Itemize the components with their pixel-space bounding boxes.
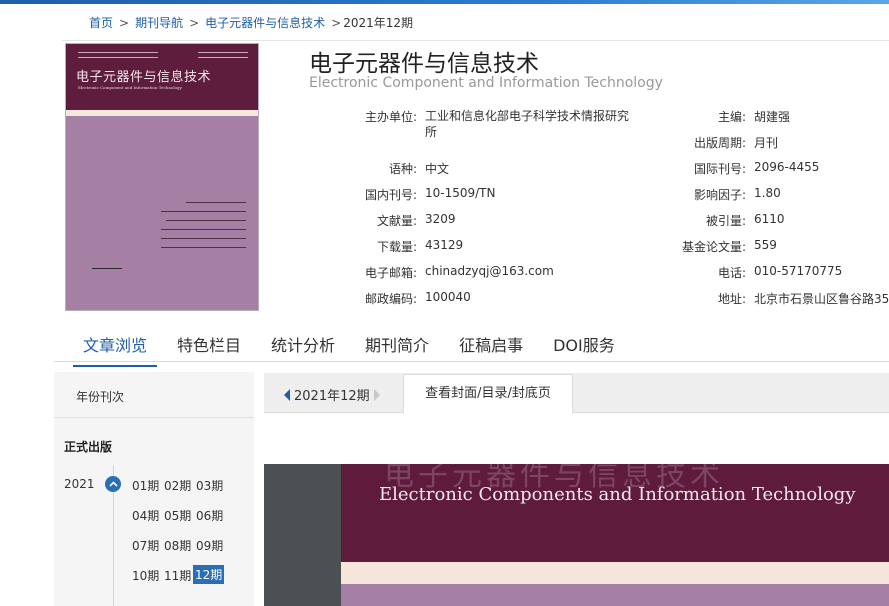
info-label-downloads: 下载量: (376, 240, 417, 254)
sidebar-year[interactable]: 2021 (64, 477, 95, 491)
info-label-doc-count: 文献量: (376, 214, 417, 228)
cover-cn-title: 电子元器件与信息技术 (76, 70, 212, 85)
cover-title-band: 电子元器件与信息技术 Electronic Component and Info… (66, 44, 258, 110)
issue-link[interactable]: 02期 (162, 476, 193, 495)
journal-cover-image[interactable]: 电子元器件与信息技术 Electronic Component and Info… (65, 43, 259, 311)
tabs-divider (54, 361, 889, 362)
cover-toc-line (166, 220, 246, 221)
info-label-frequency: 出版周期: (693, 136, 746, 150)
info-label-language: 语种: (388, 162, 417, 176)
info-label-email: 电子邮箱: (364, 266, 417, 280)
issue-link[interactable]: 10期 (130, 566, 161, 585)
issue-link[interactable]: 07期 (130, 536, 161, 555)
cover-toc-line (161, 211, 246, 212)
info-label-postcode: 邮政编码: (364, 292, 417, 306)
info-label-sponsor: 主办单位: (364, 110, 417, 124)
info-value-impact-factor: 1.80 (754, 186, 781, 200)
breadcrumb-separator: > (189, 15, 200, 30)
issue-cover-preview: 电子元器件与信息技术 Electronic Components and Inf… (264, 464, 889, 606)
issue-link-selected[interactable]: 12期 (193, 565, 225, 584)
issue-link[interactable]: 01期 (130, 476, 161, 495)
info-value-address: 北京市石景山区鲁谷路35 (754, 292, 889, 306)
info-value-frequency: 月刊 (754, 136, 779, 150)
issue-link[interactable]: 09期 (194, 536, 225, 555)
issue-sidebar: 年份刊次 正式出版 2021 01期 02期 03期 04期 05期 06期 0… (54, 372, 254, 606)
info-value-cn-number: 10-1509/TN (425, 186, 496, 200)
cover-toc-line (161, 229, 246, 230)
info-value-language: 中文 (425, 162, 450, 176)
cover-toc-line (161, 247, 246, 248)
sidebar-section-title: 正式出版 (64, 440, 113, 454)
breadcrumb-current: 2021年12期 (343, 16, 414, 30)
issue-link[interactable]: 05期 (162, 506, 193, 525)
info-label-cn-number: 国内刊号: (364, 188, 417, 202)
cover-toc-line (186, 202, 246, 203)
info-label-impact-factor: 影响因子: (693, 188, 746, 202)
cover-cream-stripe (341, 562, 889, 584)
cover-toc-line (161, 238, 246, 239)
cover-issn-line (92, 268, 122, 269)
journal-title: 电子元器件与信息技术 (309, 51, 539, 77)
issue-link[interactable]: 08期 (162, 536, 193, 555)
cover-spine (264, 464, 341, 606)
info-value-editor: 胡建强 (754, 110, 791, 124)
top-accent-bar (0, 0, 889, 4)
info-value-funded-papers: 559 (754, 238, 777, 252)
cover-stripe (66, 110, 258, 116)
next-issue-arrow-icon[interactable] (373, 388, 380, 401)
breadcrumb-journal-nav[interactable]: 期刊导航 (135, 14, 183, 31)
sidebar-header: 年份刊次 (54, 372, 254, 418)
view-cover-toc-tab[interactable]: 查看封面/目录/封底页 (403, 374, 573, 414)
info-label-funded-papers: 基金论文量: (681, 240, 746, 254)
info-value-citations: 6110 (754, 212, 785, 226)
breadcrumb-separator: > (331, 15, 342, 30)
journal-title-en: Electronic Component and Information Tec… (309, 75, 663, 91)
issue-link[interactable]: 03期 (194, 476, 225, 495)
issue-bar: 2021年12期 (264, 373, 889, 413)
info-value-postcode: 100040 (425, 290, 471, 304)
info-value-downloads: 43129 (425, 238, 464, 252)
current-issue-label: 2021年12期 (294, 389, 370, 404)
info-label-phone: 电话: (717, 266, 746, 280)
issue-navigator: 2021年12期 (284, 385, 380, 404)
info-label-editor: 主编: (717, 110, 746, 124)
issue-link[interactable]: 11期 (162, 566, 193, 585)
cover-en-title: Electronic Component and Information Tec… (78, 85, 182, 90)
cover-preview-en-title: Electronic Components and Information Te… (379, 484, 856, 505)
breadcrumb-separator: > (119, 15, 130, 30)
breadcrumb-home[interactable]: 首页 (89, 14, 113, 31)
issue-link[interactable]: 04期 (130, 506, 161, 525)
info-value-phone: 010-57170775 (754, 264, 843, 278)
cover-text-line (198, 57, 248, 58)
breadcrumb: 首页 > 期刊导航 > 电子元器件与信息技术 > 2021年12期 (89, 14, 413, 31)
issue-link[interactable]: 06期 (194, 506, 225, 525)
cover-text-line (78, 57, 158, 58)
info-value-doc-count: 3209 (425, 212, 456, 226)
divider (62, 40, 889, 41)
info-label-issn: 国际刊号: (693, 162, 746, 176)
info-value-issn: 2096-4455 (754, 160, 820, 174)
breadcrumb-journal[interactable]: 电子元器件与信息技术 (205, 14, 325, 31)
info-value-email: chinadzyqj@163.com (425, 264, 554, 278)
cover-lilac-area (341, 584, 889, 606)
prev-issue-arrow-icon[interactable] (284, 388, 290, 401)
chevron-up-icon[interactable] (105, 476, 121, 492)
cover-text-line (198, 52, 248, 53)
info-label-citations: 被引量: (705, 214, 746, 228)
info-label-address: 地址: (717, 292, 746, 306)
info-value-sponsor: 工业和信息化部电子科学技术情报研究所 (425, 109, 630, 139)
cover-text-line (78, 52, 158, 53)
